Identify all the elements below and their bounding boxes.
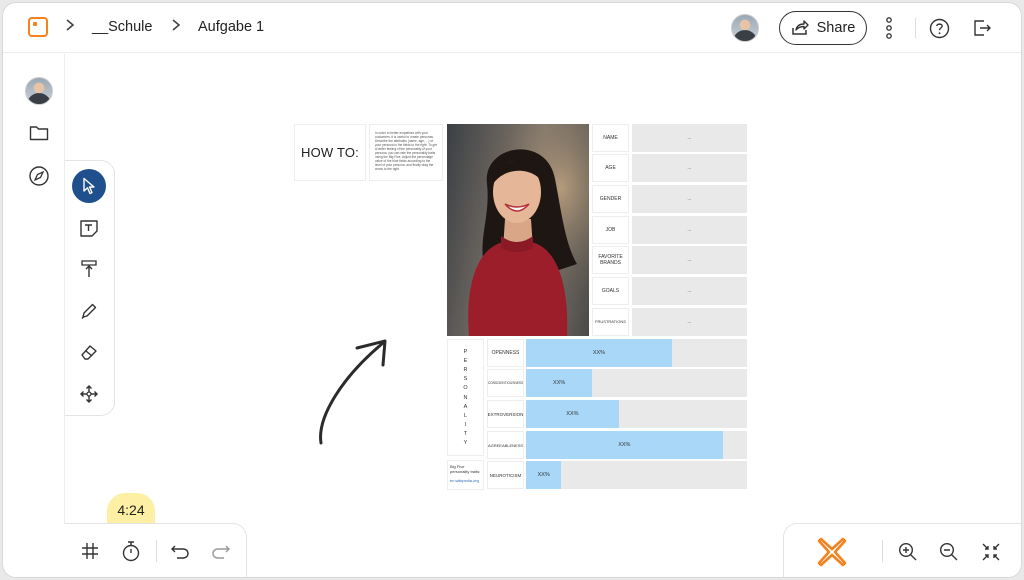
field-value-job[interactable]: ... — [632, 216, 747, 244]
personality-letter: L — [463, 412, 468, 419]
trait-bar-conscientiousness[interactable]: XX% — [526, 369, 593, 397]
trait-bar-openness[interactable]: XX% — [526, 339, 672, 367]
persona-photo[interactable] — [447, 124, 589, 336]
personality-letter: E — [463, 357, 468, 364]
chevron-right-icon — [65, 18, 75, 35]
field-value-name[interactable]: ... — [632, 124, 747, 152]
grid-icon[interactable] — [79, 540, 101, 562]
folder-icon[interactable] — [27, 122, 51, 144]
trait-label-openness: OPENNESS — [487, 339, 524, 367]
eraser-icon — [81, 345, 97, 360]
trait-label-extroversion: EXTROVERSION — [487, 400, 524, 428]
toolbar-divider — [156, 540, 157, 562]
trait-track-conscientiousness: XX% — [526, 369, 747, 397]
select-tool[interactable] — [72, 169, 106, 203]
orange-x-logo-icon[interactable] — [814, 534, 850, 570]
trait-track-openness: XX% — [526, 339, 747, 367]
bigfive-link[interactable]: en.wikipedia.org — [450, 478, 481, 483]
eraser-tool[interactable] — [72, 335, 106, 369]
trait-bar-agreeableness[interactable]: XX% — [526, 431, 723, 459]
share-label: Share — [816, 20, 856, 36]
trait-bar-extroversion[interactable]: XX% — [526, 400, 619, 428]
field-value-frustrations[interactable]: ... — [632, 308, 747, 336]
personality-letter: A — [463, 403, 468, 410]
howto-title[interactable]: HOW TO: — [294, 124, 366, 181]
personality-letter: O — [463, 385, 468, 392]
compass-icon[interactable] — [27, 164, 51, 188]
personality-letter: R — [463, 366, 468, 373]
pin-icon — [81, 260, 97, 277]
more-options-icon[interactable] — [881, 16, 897, 40]
breadcrumb-folder[interactable]: __Schule — [92, 19, 152, 35]
field-label-age: AGE — [592, 154, 629, 182]
left-rail — [3, 54, 65, 524]
personality-heading: P E R S O N A L I T Y — [447, 339, 484, 456]
trait-label-neuroticism: NEUROTICISM — [487, 461, 524, 489]
field-label-frustrations: FRUSTRATIONS — [592, 308, 629, 336]
trait-track-neuroticism: XX% — [526, 461, 747, 489]
personality-letter: P — [463, 348, 468, 355]
top-bar: __Schule Aufgabe 1 Share — [3, 3, 1021, 53]
pen-tool[interactable] — [72, 294, 106, 328]
toolbar-divider — [915, 18, 916, 38]
field-value-age[interactable]: ... — [632, 154, 747, 182]
trait-track-agreeableness: XX% — [526, 431, 747, 459]
move-icon — [80, 385, 98, 403]
field-label-goals: GOALS — [592, 277, 629, 305]
field-label-gender: GENDER — [592, 185, 629, 213]
user-avatar[interactable] — [731, 14, 759, 42]
howto-instructions[interactable]: In order to better empathize with your c… — [369, 124, 443, 181]
bigfive-note: Big Five personality traits: en.wikipedi… — [447, 460, 484, 490]
trait-label-conscientiousness: CONSCIENTIOUSNESS — [487, 369, 524, 397]
chevron-right-icon — [171, 18, 181, 35]
zoom-out-icon[interactable] — [937, 540, 961, 564]
tool-palette — [65, 160, 115, 416]
toolbar-divider — [882, 540, 883, 562]
trait-bar-neuroticism[interactable]: XX% — [526, 461, 562, 489]
bottom-right-toolbar — [783, 523, 1021, 577]
field-value-gender[interactable]: ... — [632, 185, 747, 213]
trait-label-agreeableness: AGREEABLENESS — [487, 431, 524, 459]
pointer-icon — [83, 177, 95, 195]
text-tool[interactable] — [72, 211, 106, 245]
hand-drawn-arrow[interactable] — [313, 333, 393, 448]
fit-to-screen-icon[interactable] — [979, 540, 1003, 564]
field-label-name: NAME — [592, 124, 629, 152]
field-value-goals[interactable]: ... — [632, 277, 747, 305]
personality-letter: Y — [463, 440, 468, 447]
personality-letter: S — [463, 376, 468, 383]
personality-letter: N — [463, 394, 468, 401]
field-label-favorite-brands: FAVORITE BRANDS — [592, 246, 629, 274]
undo-icon[interactable] — [169, 540, 191, 562]
app-logo-icon[interactable] — [28, 17, 48, 37]
field-value-favorite-brands[interactable]: ... — [632, 246, 747, 274]
pen-icon — [81, 303, 97, 319]
exit-icon[interactable] — [971, 17, 993, 39]
zoom-in-icon[interactable] — [896, 540, 920, 564]
text-box-icon — [80, 220, 98, 237]
breadcrumb-board[interactable]: Aufgabe 1 — [198, 19, 264, 35]
personality-letter: T — [463, 431, 468, 438]
app-window: __Schule Aufgabe 1 Share HOW TO: In orde… — [2, 2, 1022, 578]
share-icon — [791, 20, 809, 35]
pin-tool[interactable] — [72, 252, 106, 286]
timer-icon[interactable] — [120, 539, 142, 563]
share-button[interactable]: Share — [779, 11, 867, 45]
field-label-job: JOB — [592, 216, 629, 244]
bigfive-text: Big Five personality traits: — [450, 464, 481, 474]
bottom-left-toolbar — [65, 523, 247, 577]
redo-icon[interactable] — [210, 540, 232, 562]
trait-track-extroversion: XX% — [526, 400, 747, 428]
collaborator-avatar[interactable] — [25, 77, 53, 105]
help-icon[interactable] — [928, 17, 950, 39]
move-tool[interactable] — [72, 377, 106, 411]
personality-letter: I — [464, 422, 467, 429]
